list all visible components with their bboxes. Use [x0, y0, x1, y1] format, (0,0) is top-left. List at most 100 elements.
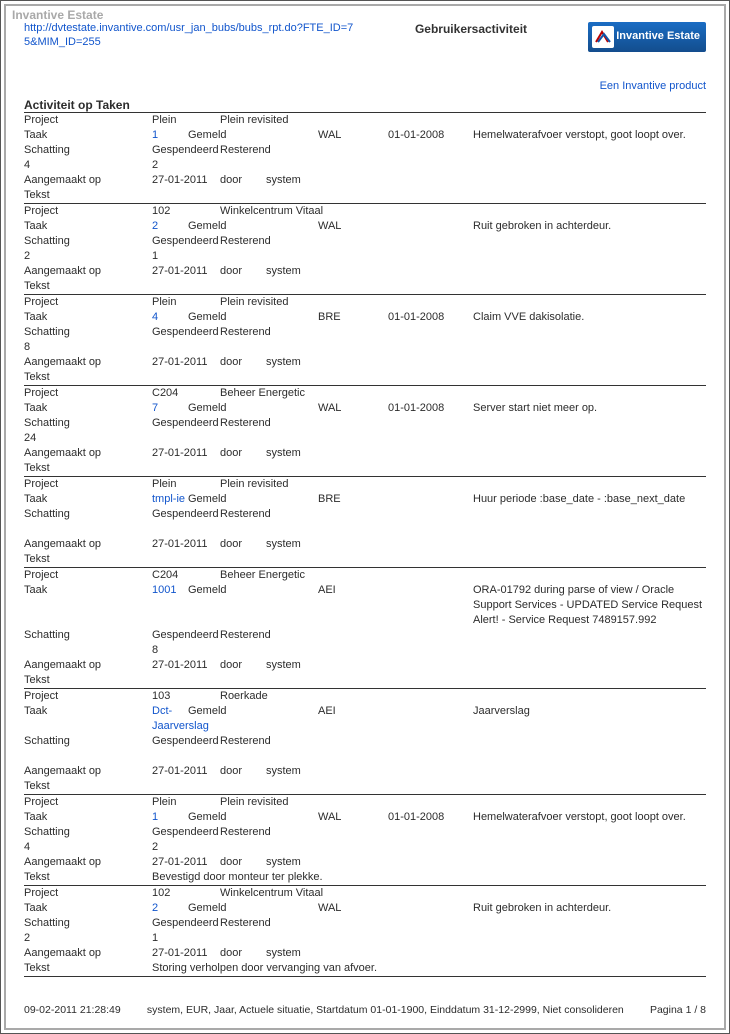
label-created: Aangemaakt op	[24, 173, 152, 188]
label-task: Taak	[24, 128, 152, 143]
project-name: Plein revisited	[220, 477, 706, 492]
label-created: Aangemaakt op	[24, 764, 152, 779]
label-text: Tekst	[24, 961, 152, 976]
value-by: system	[266, 658, 346, 673]
label-task: Taak	[24, 901, 152, 916]
value-estimate: 24	[24, 431, 152, 446]
activity-block: Project 102 Winkelcentrum Vitaal Taak 2 …	[24, 885, 706, 976]
task-status: Gemeld	[188, 583, 248, 598]
task-description: Huur periode :base_date - :base_next_dat…	[473, 492, 706, 507]
task-id-link[interactable]: 2	[152, 901, 188, 916]
value-created-date: 27-01-2011	[152, 658, 220, 673]
task-code: AEI	[318, 583, 388, 598]
label-created: Aangemaakt op	[24, 855, 152, 870]
value-spent: 2	[152, 840, 220, 855]
label-remaining: Resterend	[220, 416, 320, 431]
project-code: Plein	[152, 795, 220, 810]
value-estimate: 4	[24, 840, 152, 855]
label-estimate: Schatting	[24, 825, 152, 840]
task-date: 01-01-2008	[388, 401, 473, 416]
brand-logo: Invantive Estate	[588, 22, 706, 52]
task-code: BRE	[318, 492, 388, 507]
task-code: WAL	[318, 810, 388, 825]
task-id-link[interactable]: 1001	[152, 583, 188, 598]
label-remaining: Resterend	[220, 234, 320, 249]
value-created-date: 27-01-2011	[152, 946, 220, 961]
label-estimate: Schatting	[24, 143, 152, 158]
task-id-link[interactable]: 7	[152, 401, 188, 416]
task-id-link[interactable]: 1	[152, 128, 188, 143]
label-project: Project	[24, 113, 152, 128]
label-spent: Gespendeerd	[152, 507, 220, 522]
task-code: WAL	[318, 219, 388, 234]
label-task: Taak	[24, 583, 152, 598]
label-text: Tekst	[24, 779, 152, 794]
label-text: Tekst	[24, 188, 152, 203]
label-project: Project	[24, 689, 152, 704]
report-url[interactable]: http://dvtestate.invantive.com/usr_jan_b…	[24, 22, 354, 50]
task-id-link[interactable]: Dct-Jaarverslag	[152, 704, 188, 734]
task-status: Gemeld	[188, 310, 248, 325]
label-remaining: Resterend	[220, 325, 320, 340]
sub-brand-link[interactable]: Een Invantive product	[24, 80, 706, 92]
project-name: Winkelcentrum Vitaal	[220, 886, 706, 901]
label-text: Tekst	[24, 552, 152, 567]
value-by: system	[266, 764, 346, 779]
project-code: C204	[152, 386, 220, 401]
task-status: Gemeld	[188, 401, 248, 416]
label-estimate: Schatting	[24, 416, 152, 431]
label-task: Taak	[24, 492, 152, 507]
value-text: Bevestigd door monteur ter plekke.	[152, 870, 706, 885]
value-estimate: 2	[24, 931, 152, 946]
label-remaining: Resterend	[220, 143, 320, 158]
task-id-link[interactable]: 4	[152, 310, 188, 325]
task-status: Gemeld	[188, 128, 248, 143]
activity-block: Project Plein Plein revisited Taak 4 Gem…	[24, 294, 706, 385]
task-description: Hemelwaterafvoer verstopt, goot loopt ov…	[473, 128, 706, 143]
label-spent: Gespendeerd	[152, 825, 220, 840]
task-id-link[interactable]: tmpl-ie	[152, 492, 188, 507]
value-created-date: 27-01-2011	[152, 264, 220, 279]
label-project: Project	[24, 295, 152, 310]
task-id-link[interactable]: 2	[152, 219, 188, 234]
project-name: Beheer Energetic	[220, 386, 706, 401]
value-by: system	[266, 355, 346, 370]
report-footer: 09-02-2011 21:28:49 system, EUR, Jaar, A…	[24, 1004, 706, 1016]
label-created: Aangemaakt op	[24, 537, 152, 552]
value-by: system	[266, 946, 346, 961]
value-by: system	[266, 537, 346, 552]
label-by: door	[220, 355, 266, 370]
label-remaining: Resterend	[220, 628, 320, 643]
label-estimate: Schatting	[24, 234, 152, 249]
project-name: Plein revisited	[220, 113, 706, 128]
activity-block: Project 102 Winkelcentrum Vitaal Taak 2 …	[24, 203, 706, 294]
task-id-link[interactable]: 1	[152, 810, 188, 825]
label-project: Project	[24, 386, 152, 401]
value-estimate: 8	[24, 340, 152, 355]
project-code: 102	[152, 886, 220, 901]
label-project: Project	[24, 795, 152, 810]
label-task: Taak	[24, 310, 152, 325]
task-description: Claim VVE dakisolatie.	[473, 310, 706, 325]
label-text: Tekst	[24, 279, 152, 294]
label-remaining: Resterend	[220, 734, 320, 749]
value-created-date: 27-01-2011	[152, 446, 220, 461]
label-by: door	[220, 264, 266, 279]
label-created: Aangemaakt op	[24, 946, 152, 961]
label-text: Tekst	[24, 673, 152, 688]
task-description: Jaarverslag	[473, 704, 706, 719]
value-created-date: 27-01-2011	[152, 764, 220, 779]
label-spent: Gespendeerd	[152, 234, 220, 249]
value-text: Storing verholpen door vervanging van af…	[152, 961, 706, 976]
label-estimate: Schatting	[24, 628, 152, 643]
label-created: Aangemaakt op	[24, 264, 152, 279]
value-created-date: 27-01-2011	[152, 173, 220, 188]
task-date: 01-01-2008	[388, 810, 473, 825]
label-by: door	[220, 446, 266, 461]
value-created-date: 27-01-2011	[152, 537, 220, 552]
label-text: Tekst	[24, 870, 152, 885]
label-estimate: Schatting	[24, 507, 152, 522]
task-status: Gemeld	[188, 901, 248, 916]
logo-icon	[592, 26, 614, 48]
label-spent: Gespendeerd	[152, 143, 220, 158]
